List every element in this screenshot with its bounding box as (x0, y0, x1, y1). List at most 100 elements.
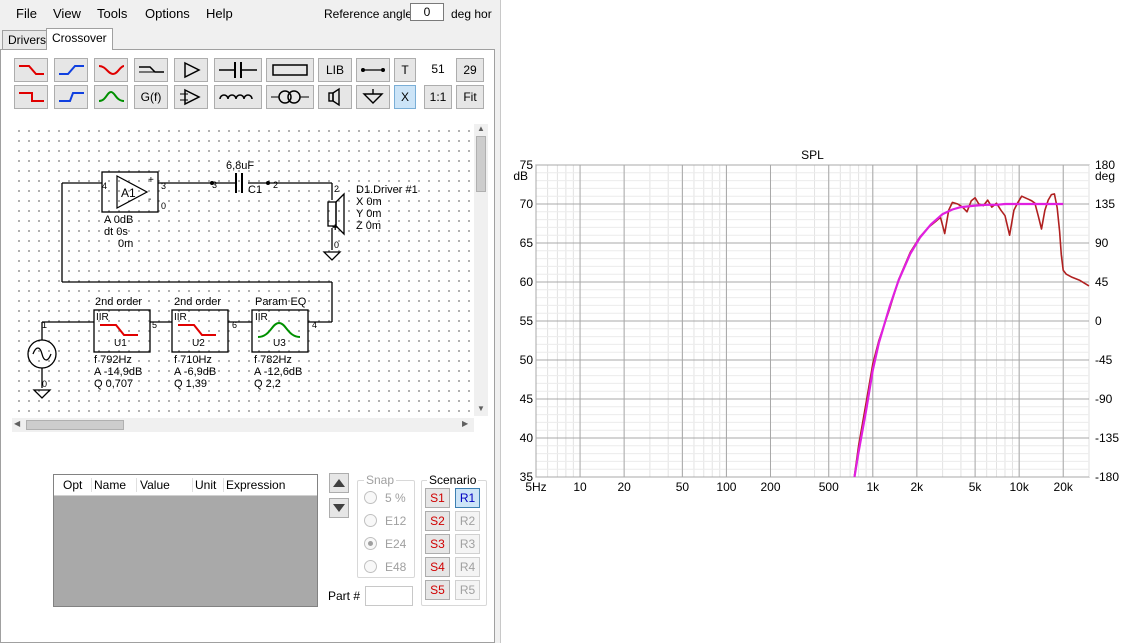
filter-u1-name: U1 (114, 338, 127, 349)
column-name[interactable]: Name (94, 478, 137, 492)
highpass-red-button[interactable] (14, 58, 48, 82)
column-value[interactable]: Value (140, 478, 193, 492)
tab-drivers[interactable]: Drivers (2, 30, 52, 49)
source-ground (32, 389, 52, 399)
parametric-eq-icon (98, 90, 125, 102)
menu-file[interactable]: File (16, 6, 37, 21)
x-tick-label: 10 (573, 480, 587, 494)
inductor-button[interactable] (214, 85, 262, 109)
scroll-right-icon[interactable]: ▶ (462, 419, 468, 428)
amplifier-button[interactable] (174, 58, 208, 82)
scenario-s4-button[interactable]: S4 (425, 557, 450, 577)
y2-tick-label: 0 (1095, 314, 1102, 328)
move-up-button[interactable] (329, 473, 349, 493)
schematic-horizontal-scrollbar[interactable]: ◀ ▶ (12, 418, 474, 432)
bandpass-red-button[interactable] (94, 58, 128, 82)
driver-y: Y 0m (356, 208, 382, 220)
snap-option-e48[interactable]: E48 (364, 560, 406, 574)
horizontal-scroll-thumb[interactable] (26, 420, 124, 430)
lowpass2-blue-icon (59, 92, 84, 102)
filter-u2-node-out: 6 (232, 320, 238, 330)
schematic-vertical-scrollbar[interactable]: ▲ ▼ (474, 124, 488, 416)
x-tick-label: 5k (969, 480, 983, 494)
delay-amplifier-button[interactable] (174, 85, 208, 109)
scenario-s2-button[interactable]: S2 (425, 511, 450, 531)
parts-table[interactable]: Opt Name Value Unit Expression (53, 474, 318, 607)
wire-button[interactable] (356, 58, 390, 82)
transformer-button[interactable] (266, 85, 314, 109)
radio-icon (364, 514, 377, 527)
capacitor-button[interactable] (214, 58, 262, 82)
scenario-r3-button[interactable]: R3 (455, 534, 480, 554)
reference-angle-input[interactable]: 0 (410, 3, 444, 21)
transformer-icon (271, 90, 309, 104)
spl-chart-pane: 5Hz 10 20 50 100 200 500 1k 2k 5k 10k 20k 35 40 45 50 55… (500, 0, 1124, 643)
amp-name: A1 (121, 186, 136, 200)
scenario-s1-button[interactable]: S1 (425, 488, 450, 508)
ground-button[interactable] (356, 85, 390, 109)
tab-crossover[interactable]: Crossover (46, 28, 113, 50)
allpass-icon (139, 66, 164, 73)
gf-button[interactable]: G(f) (134, 85, 168, 109)
lib-button[interactable]: LIB (318, 58, 352, 82)
scenario-r4-button[interactable]: R4 (455, 557, 480, 577)
menu-help[interactable]: Help (206, 6, 233, 21)
u3-curve (257, 321, 301, 338)
filter-u3-q: Q 2,2 (254, 378, 281, 390)
filter-u3-name: U3 (273, 338, 286, 349)
move-down-button[interactable] (329, 498, 349, 518)
count-button-2[interactable]: 29 (456, 58, 484, 82)
y2-axis-label: deg (1095, 169, 1115, 183)
snap-option-label: E24 (385, 537, 407, 551)
lowpass-blue-icon (59, 65, 84, 75)
parametric-eq-button[interactable] (94, 85, 128, 109)
scroll-up-icon[interactable]: ▲ (477, 124, 485, 133)
scenario-r1-button[interactable]: R1 (455, 488, 480, 508)
column-opt[interactable]: Opt (63, 478, 92, 492)
capacitor-value: 6,8uF (226, 160, 255, 172)
capacitor-icon (219, 62, 257, 78)
highpass2-red-button[interactable] (14, 85, 48, 109)
ground-icon (362, 89, 384, 104)
menu-view[interactable]: View (53, 6, 81, 21)
menu-options[interactable]: Options (145, 6, 190, 21)
snap-option-e24[interactable]: E24 (364, 537, 406, 551)
speaker-button[interactable] (318, 85, 352, 109)
scenario-r2-button[interactable]: R2 (455, 511, 480, 531)
ground-symbol (322, 251, 342, 261)
schematic-canvas[interactable]: A1 + - 4 3 0 A 0dB dt 0s 0m 6,8uF C1 3 2… (12, 124, 474, 416)
x-toggle-button[interactable]: X (394, 85, 416, 109)
scenario-r5-button[interactable]: R5 (455, 580, 480, 600)
junction-dot (266, 181, 270, 185)
count-display-1: 51 (431, 62, 445, 76)
scenario-s3-button[interactable]: S3 (425, 534, 450, 554)
highpass2-red-icon (19, 92, 44, 102)
scroll-left-icon[interactable]: ◀ (14, 419, 20, 428)
resistor-button[interactable] (266, 58, 314, 82)
fit-button[interactable]: Fit (456, 85, 484, 109)
allpass-button[interactable] (134, 58, 168, 82)
resistor-icon (272, 64, 308, 76)
y2-tick-label: 90 (1095, 236, 1109, 250)
snap-option-e12[interactable]: E12 (364, 514, 406, 528)
lowpass2-blue-button[interactable] (54, 85, 88, 109)
y2-tick-label: -135 (1095, 431, 1119, 445)
ratio-button[interactable]: 1:1 (424, 85, 452, 109)
column-unit[interactable]: Unit (195, 478, 224, 492)
snap-option-5pct[interactable]: 5 % (364, 491, 406, 505)
scenario-s5-button[interactable]: S5 (425, 580, 450, 600)
menu-tools[interactable]: Tools (97, 6, 127, 21)
y-tick-label: 70 (520, 197, 534, 211)
source-node-bottom: 0 (42, 379, 48, 389)
amp-offset: 0m (118, 238, 134, 250)
spl-chart[interactable]: 5Hz 10 20 50 100 200 500 1k 2k 5k 10k 20k3540455055… (501, 0, 1123, 643)
scroll-down-icon[interactable]: ▼ (477, 404, 485, 413)
column-expression[interactable]: Expression (226, 478, 285, 492)
text-button[interactable]: T (394, 58, 416, 82)
filter-u2-f: f 710Hz (174, 354, 212, 366)
filter-u3-type: IIR (255, 312, 268, 323)
vertical-scroll-thumb[interactable] (476, 136, 486, 192)
y-tick-label: 35 (520, 470, 534, 484)
part-number-input[interactable] (365, 586, 413, 606)
lowpass-blue-button[interactable] (54, 58, 88, 82)
